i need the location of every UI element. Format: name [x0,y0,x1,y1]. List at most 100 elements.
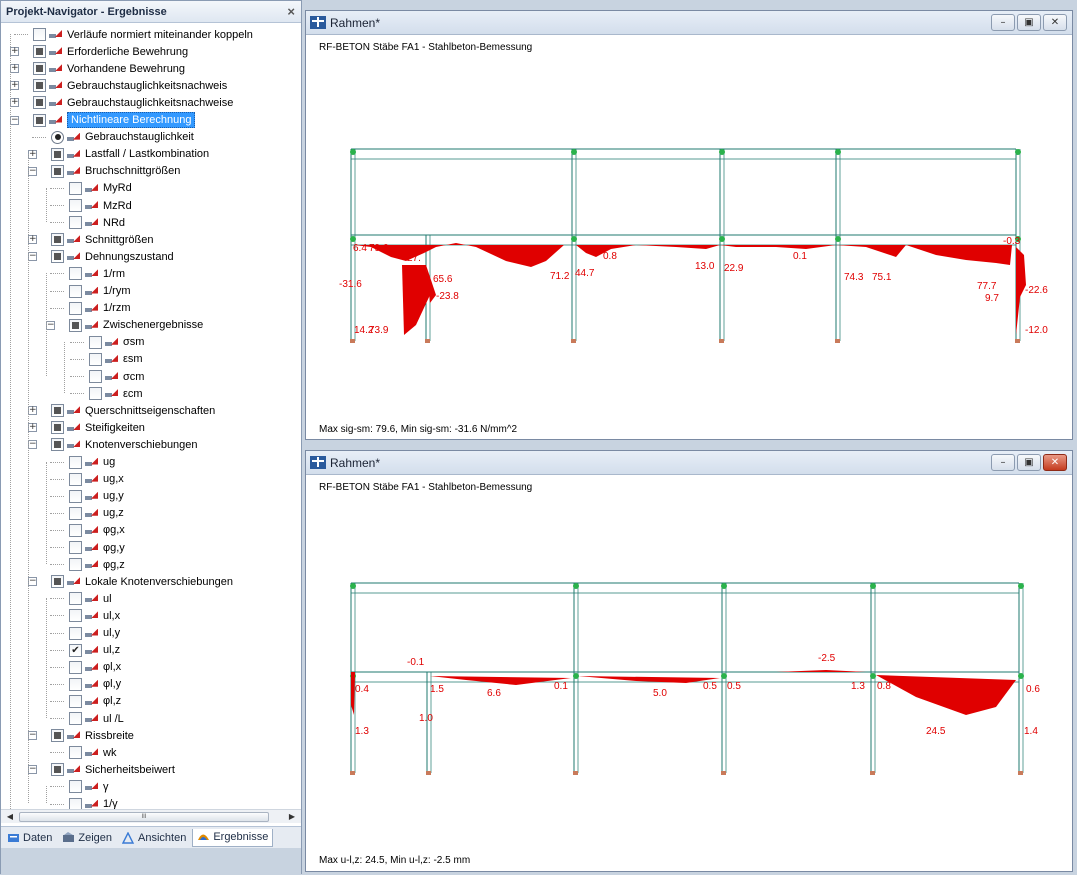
expand-icon[interactable]: + [28,423,37,433]
tab-ansichten[interactable]: Ansichten [118,829,190,847]
tree-item[interactable]: wk [69,744,116,761]
collapse-icon[interactable]: − [28,440,37,450]
tree-item[interactable]: Bruchschnittgrößen [51,163,180,180]
tree-item[interactable]: ug [69,454,115,471]
checkbox[interactable] [69,199,82,212]
checkbox[interactable] [33,113,46,127]
checkbox[interactable] [51,250,64,264]
tree-item[interactable]: MzRd [69,197,132,214]
structure-canvas[interactable]: -0.1 0.4 1.5 6.6 0.1 5.0 0.5 0.5 -2.5 1.3 0.8 24.5 0… [306,475,1072,871]
tree-item[interactable]: φg,y [69,539,125,556]
checkbox[interactable] [69,523,82,537]
tree-item[interactable]: ul,y [69,625,120,642]
checkbox[interactable] [51,233,64,247]
close-icon[interactable]: × [287,4,295,19]
tab-zeigen[interactable]: Zeigen [58,829,116,847]
checkbox[interactable] [69,301,82,315]
tree-item[interactable]: 1/rm [69,265,125,282]
checkbox[interactable] [51,763,64,777]
scrollbar-thumb[interactable]: III [19,812,269,822]
checkbox[interactable] [69,592,82,606]
tree-item[interactable]: MyRd [69,180,132,197]
expand-icon[interactable]: + [28,149,37,159]
checkbox[interactable] [69,181,82,195]
checkbox[interactable] [51,421,64,435]
tree-item[interactable]: Gebrauchstauglichkeitsnachweis [33,77,227,94]
checkbox[interactable] [33,45,46,59]
tree-item[interactable]: φl,z [69,693,121,710]
checkbox[interactable] [51,575,64,589]
close-button[interactable]: ✕ [1043,14,1067,31]
collapse-icon[interactable]: − [10,115,19,125]
close-button[interactable]: ✕ [1043,454,1067,471]
tree-item[interactable]: φl,y [69,676,121,693]
collapse-icon[interactable]: − [28,765,37,775]
tree-item[interactable]: Gebrauchstauglichkeitsnachweise [33,94,233,111]
checkbox[interactable] [69,541,82,554]
checkbox[interactable] [69,472,82,486]
collapse-icon[interactable]: − [28,252,37,262]
checkbox[interactable] [69,780,82,794]
expand-icon[interactable]: + [28,235,37,245]
window-title-bar[interactable]: Rahmen* – ▣ ✕ [306,11,1072,35]
collapse-icon[interactable]: − [28,577,37,587]
tree-item[interactable]: ug,y [69,488,124,505]
horizontal-scrollbar[interactable]: ◀ III ▶ [1,809,301,823]
restore-button[interactable]: ▣ [1017,14,1041,31]
tab-ergebnisse[interactable]: Ergebnisse [192,828,274,847]
tree-item[interactable]: γ [69,778,109,795]
collapse-icon[interactable]: − [28,166,37,176]
checkbox[interactable] [69,489,82,503]
restore-button[interactable]: ▣ [1017,454,1041,471]
tree-item[interactable]: ug,x [69,471,124,488]
checkbox[interactable] [51,147,64,161]
tree-item[interactable]: Vorhandene Bewehrung [33,60,185,77]
radio-button[interactable] [51,130,64,144]
expand-icon[interactable]: + [10,81,19,91]
tree-item[interactable]: Schnittgrößen [51,231,153,248]
checkbox[interactable] [51,404,64,418]
tree-item[interactable]: Erforderliche Bewehrung [33,43,188,60]
tree-item[interactable]: NRd [69,214,125,231]
tree-item[interactable]: εcm [89,385,143,402]
scroll-right-icon[interactable]: ▶ [285,811,299,823]
checkbox[interactable] [69,746,82,760]
tree-item[interactable]: σcm [89,368,144,385]
checkbox[interactable] [69,506,82,520]
checkbox[interactable] [69,216,82,230]
tree-item[interactable]: φl,x [69,659,121,676]
tab-daten[interactable]: Daten [3,829,56,847]
expand-icon[interactable]: + [10,64,19,74]
collapse-icon[interactable]: − [46,320,55,330]
tree-item[interactable]: Verläufe normiert miteinander koppeln [33,26,253,43]
expand-icon[interactable]: + [10,47,19,57]
tree-item[interactable]: Lastfall / Lastkombination [51,146,209,163]
minimize-button[interactable]: – [991,14,1015,31]
tree-item[interactable]: Lokale Knotenverschiebungen [51,573,233,590]
checkbox[interactable] [69,712,82,725]
tree-item[interactable]: Nichtlineare Berechnung [33,112,196,129]
tree-item[interactable]: Rissbreite [51,727,134,744]
tree-item[interactable]: ul,z [69,642,120,659]
checkbox[interactable] [89,335,102,349]
tree-item[interactable]: φg,x [69,522,125,539]
expand-icon[interactable]: + [28,406,37,416]
checkbox[interactable] [51,729,64,743]
checkbox[interactable] [51,164,64,178]
tree-item[interactable]: Knotenverschiebungen [51,436,198,453]
checkbox[interactable] [69,267,82,281]
checkbox[interactable] [69,318,82,332]
tree-item[interactable]: σsm [89,334,144,351]
checkbox[interactable] [33,96,46,110]
tree-item[interactable]: ul,x [69,607,120,624]
tree-item[interactable]: Steifigkeiten [51,419,145,436]
tree-item[interactable]: ul /L [69,710,124,727]
checkbox[interactable] [69,643,82,657]
tree-item[interactable]: Dehnungszustand [51,248,174,265]
checkbox[interactable] [89,387,102,401]
tree-item[interactable]: Querschnittseigenschaften [51,402,215,419]
tree-item[interactable]: ul [69,590,112,607]
tree-item[interactable]: Zwischenergebnisse [69,317,203,334]
tree-item[interactable]: 1/rym [69,283,131,300]
checkbox[interactable] [33,28,46,41]
